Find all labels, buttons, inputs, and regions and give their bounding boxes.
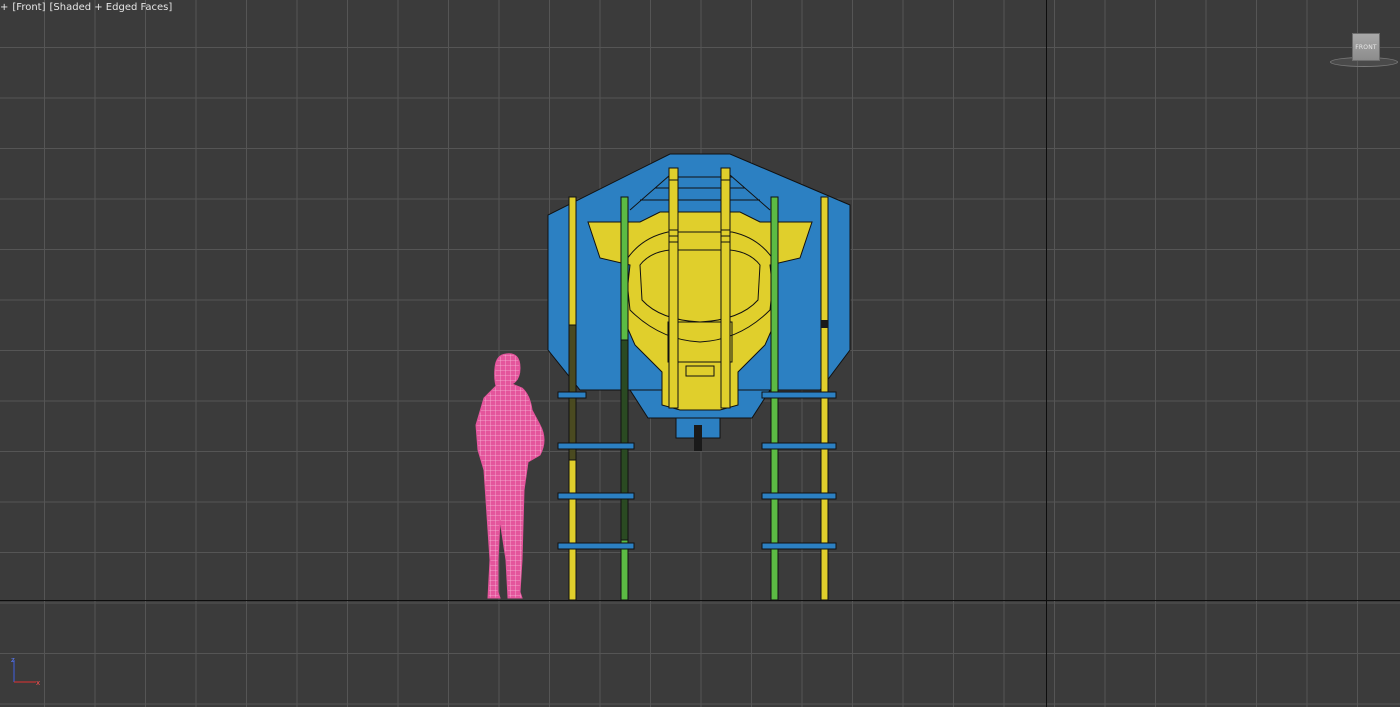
- axis-x-label: x: [36, 679, 40, 687]
- left-rung-1: [557, 391, 587, 399]
- human-scale-figure[interactable]: [475, 353, 545, 599]
- right-rung-3: [761, 492, 837, 500]
- right-rung-2: [761, 442, 837, 450]
- left-rung-3: [557, 492, 635, 500]
- scene-canvas[interactable]: [0, 0, 1400, 707]
- right-rung-1: [761, 391, 837, 399]
- left-rung-2: [557, 442, 635, 450]
- right-rung-4: [761, 542, 837, 550]
- front-viewport[interactable]: + [Front] [Shaded + Edged Faces] FRONT z…: [0, 0, 1400, 707]
- axis-tripod-gizmo: z x: [11, 656, 40, 687]
- axis-z-label: z: [11, 656, 15, 664]
- left-rung-4: [557, 542, 635, 550]
- pendant-post: [694, 425, 702, 451]
